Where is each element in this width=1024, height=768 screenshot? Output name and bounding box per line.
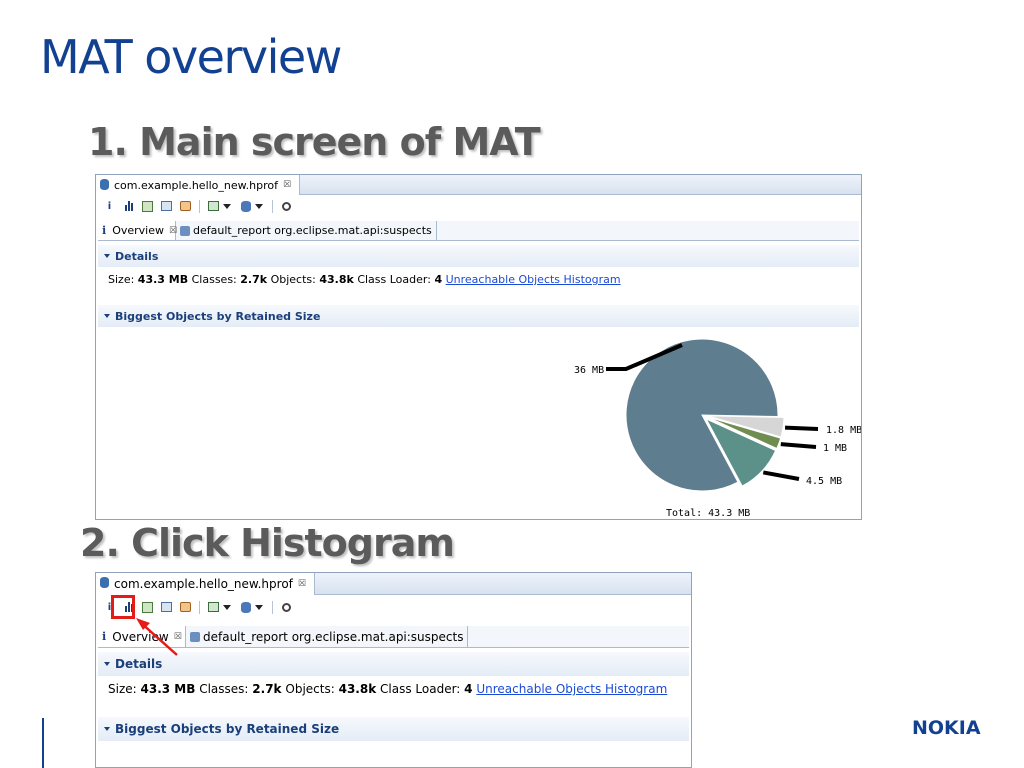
size-label: Size: <box>108 682 137 696</box>
dominator-tree-icon[interactable] <box>140 600 155 615</box>
search-icon[interactable] <box>279 600 294 615</box>
brand-logo: NOKIA <box>912 717 981 739</box>
pie-leader-line-1 <box>784 425 819 431</box>
histogram-button-highlight <box>111 595 135 619</box>
toolbar-separator <box>272 600 273 614</box>
unreachable-objects-link[interactable]: Unreachable Objects Histogram <box>476 682 667 696</box>
mat-window-main: com.example.hello_new.hprof ☒ i i Overvi… <box>95 174 862 520</box>
step2-heading: 2. Click Histogram <box>80 521 455 565</box>
close-icon[interactable]: ☒ <box>174 632 182 642</box>
inner-tabbar: i Overview ☒ default_report org.eclipse.… <box>98 626 689 648</box>
heap-dump-icon <box>100 577 109 588</box>
class-loader-label: Class Loader: <box>380 682 461 696</box>
details-section-header[interactable]: Details <box>98 652 689 676</box>
pie-label-3: 4.5 MB <box>806 476 842 487</box>
mat-window-histogram-step: com.example.hello_new.hprof ☒ i i Overvi… <box>95 572 692 768</box>
editor-tabbar: com.example.hello_new.hprof ☒ <box>96 573 691 595</box>
toolbar-separator <box>199 600 200 614</box>
size-value: 43.3 MB <box>140 682 196 696</box>
slide-left-rule <box>42 718 44 768</box>
objects-label: Objects: <box>285 682 335 696</box>
run-report-icon[interactable] <box>206 600 221 615</box>
biggest-objects-header-label: Biggest Objects by Retained Size <box>115 722 340 736</box>
editor-tab-label: com.example.hello_new.hprof <box>114 577 293 591</box>
retained-size-pie-chart: 36 MB 1.8 MB 1 MB 4.5 MB Total: 43.3 MB <box>574 338 862 519</box>
chevron-down-icon <box>104 727 110 731</box>
report-icon <box>190 631 200 642</box>
class-loader-value: 4 <box>464 682 473 696</box>
pie-label-2: 1 MB <box>823 443 847 454</box>
duplicate-classes-icon[interactable] <box>178 600 193 615</box>
objects-value: 43.8k <box>338 682 377 696</box>
biggest-objects-section-header[interactable]: Biggest Objects by Retained Size <box>98 717 689 741</box>
pie-leader-line-3 <box>762 470 800 481</box>
classes-label: Classes: <box>199 682 249 696</box>
pie-total-label: Total: 43.3 MB <box>666 508 750 519</box>
details-header-label: Details <box>115 657 163 671</box>
tab-default-report[interactable]: default_report org.eclipse.mat.api:suspe… <box>186 626 469 647</box>
info-icon: i <box>102 630 107 643</box>
tab-overview-label: Overview <box>112 629 169 644</box>
chevron-down-icon[interactable] <box>223 604 231 610</box>
close-icon[interactable]: ☒ <box>298 579 306 589</box>
details-summary: Size: 43.3 MB Classes: 2.7k Objects: 43.… <box>108 682 667 696</box>
pie-label-1: 1.8 MB <box>826 425 862 436</box>
pie-label-0: 36 MB <box>574 365 604 376</box>
chevron-down-icon <box>104 662 110 666</box>
tab-overview[interactable]: i Overview ☒ <box>98 626 186 647</box>
slide-title: MAT overview <box>40 30 342 84</box>
oql-icon[interactable] <box>238 600 253 615</box>
editor-tab-hprof[interactable]: com.example.hello_new.hprof ☒ <box>96 573 315 595</box>
step1-heading: 1. Main screen of MAT <box>88 120 541 164</box>
top-consumers-icon[interactable] <box>159 600 174 615</box>
chevron-down-icon[interactable] <box>255 604 263 610</box>
tab-default-report-label: default_report org.eclipse.mat.api:suspe… <box>203 629 464 644</box>
pie-leader-line-2 <box>780 442 817 449</box>
classes-value: 2.7k <box>252 682 282 696</box>
